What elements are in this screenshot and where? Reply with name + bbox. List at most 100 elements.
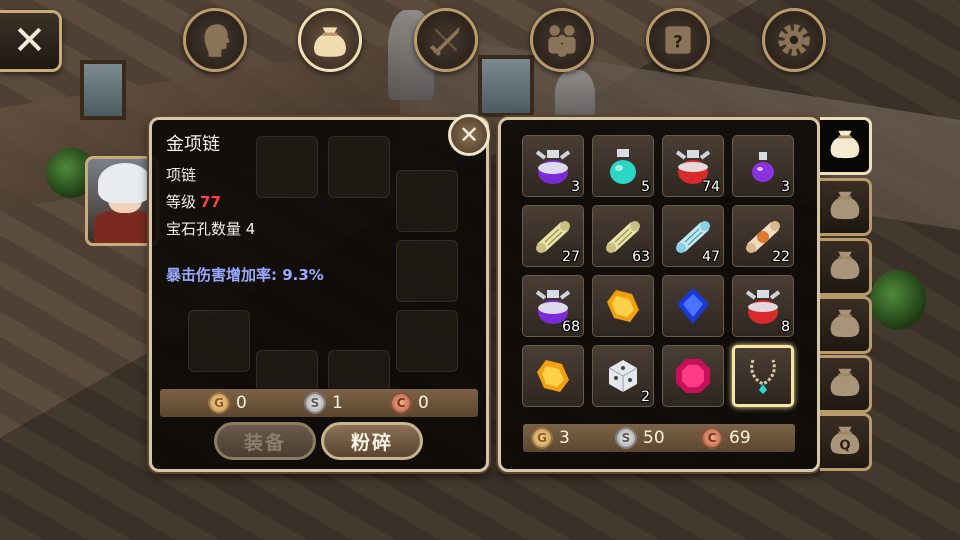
background-frame — [80, 60, 126, 120]
inventory-slot[interactable]: 47 — [662, 205, 724, 267]
wallet-copper: C 69 — [701, 427, 751, 449]
nav-party-button[interactable] — [530, 8, 594, 72]
wallet-gold-value: 3 — [559, 428, 570, 448]
amber-gem-icon — [523, 346, 583, 406]
wallet-copper-value: 69 — [729, 428, 751, 448]
wallet-silver: S 50 — [615, 427, 665, 449]
item-quantity: 27 — [562, 249, 580, 265]
item-title: 金项链 — [166, 134, 220, 155]
equip-button[interactable]: 装备 — [214, 422, 316, 460]
item-quantity: 2 — [641, 389, 650, 405]
inventory-slot[interactable] — [732, 345, 794, 407]
inventory-slot[interactable]: 3 — [732, 135, 794, 197]
close-menu-button[interactable]: ✕ — [0, 10, 62, 72]
item-quantity: 22 — [772, 249, 790, 265]
price-silver: S1 — [304, 392, 343, 414]
quest-bag-icon: Q — [826, 423, 864, 461]
item-level: 等级 77 — [166, 191, 255, 212]
item-quantity: 3 — [781, 179, 790, 195]
wallet-gold: G3 — [531, 427, 570, 449]
bag-tab-3[interactable] — [820, 238, 872, 296]
wallet-silver-value: 50 — [643, 428, 665, 448]
close-detail-button[interactable]: ✕ — [448, 114, 490, 156]
inventory-slot[interactable]: 2 — [592, 345, 654, 407]
inventory-slot[interactable]: 68 — [522, 275, 584, 337]
item-quantity: 47 — [702, 249, 720, 265]
equipment-slot — [396, 310, 458, 372]
copper-coin-icon: C — [701, 427, 723, 449]
inventory-slot[interactable] — [592, 275, 654, 337]
bag-icon — [826, 188, 864, 226]
inventory-slot[interactable] — [522, 345, 584, 407]
inventory-slot[interactable]: 63 — [592, 205, 654, 267]
inventory-slot[interactable] — [662, 275, 724, 337]
equipment-slot — [188, 310, 250, 372]
bag-tab-5[interactable] — [820, 355, 872, 413]
nav-skills-button[interactable] — [414, 8, 478, 72]
ruby-gem-icon — [663, 346, 723, 406]
equipment-slot — [396, 240, 458, 302]
silver-coin-icon: S — [615, 427, 637, 449]
price-copper: C0 — [390, 392, 429, 414]
background-plant — [870, 270, 926, 330]
sword-icon — [429, 26, 460, 57]
equipment-slot — [328, 136, 390, 198]
item-quantity: 8 — [781, 319, 790, 335]
svg-text:?: ? — [673, 31, 683, 51]
close-icon: ✕ — [12, 18, 47, 64]
sapphire-gem-icon — [663, 276, 723, 336]
equipment-slot — [256, 136, 318, 198]
gold-coin-icon: G — [208, 392, 230, 414]
item-level-value: 77 — [200, 193, 221, 211]
bag-tab-1[interactable] — [820, 117, 872, 175]
bag-icon — [826, 365, 864, 403]
item-bonus-stat: 暴击伤害增加率: 9.3% — [166, 266, 324, 284]
item-quantity: 74 — [702, 179, 720, 195]
price-silver-value: 1 — [332, 393, 343, 413]
quest-bag-label: Q — [839, 438, 850, 453]
bag-tab-4[interactable] — [820, 296, 872, 354]
head-icon — [204, 24, 230, 57]
item-quantity: 63 — [632, 249, 650, 265]
party-icon — [548, 25, 576, 57]
bag-icon — [314, 27, 346, 57]
inventory-slot[interactable]: 3 — [522, 135, 584, 197]
background-window — [478, 55, 534, 117]
bag-icon — [826, 306, 864, 344]
smash-button[interactable]: 粉碎 — [321, 422, 423, 460]
bag-tab-2[interactable] — [820, 178, 872, 236]
nav-quests-button[interactable]: ? — [646, 8, 710, 72]
inventory-slot[interactable]: 27 — [522, 205, 584, 267]
item-sockets: 宝石孔数量 4 — [166, 220, 256, 238]
item-detail-panel: 金项链 项链 等级 77 宝石孔数量 4 暴击伤害增加率: 9.3% G0 S1 … — [149, 117, 489, 472]
inventory-slot[interactable]: 74 — [662, 135, 724, 197]
item-quantity: 5 — [641, 179, 650, 195]
close-icon: ✕ — [458, 121, 480, 149]
item-price-bar: G0 S1 C0 — [160, 389, 478, 417]
nav-character-button[interactable] — [183, 8, 247, 72]
character-avatar[interactable] — [85, 156, 159, 246]
item-quantity: 68 — [562, 319, 580, 335]
silver-coin-icon: S — [304, 392, 326, 414]
price-gold-value: 0 — [236, 393, 247, 413]
inventory-slot[interactable]: 22 — [732, 205, 794, 267]
equipment-slot — [396, 170, 458, 232]
bag-icon — [826, 127, 864, 165]
bag-tab-6[interactable]: Q — [820, 413, 872, 471]
inventory-slot[interactable]: 8 — [732, 275, 794, 337]
item-level-label: 等级 — [166, 193, 197, 211]
gold-coin-icon: G — [531, 427, 553, 449]
item-type: 项链 — [166, 166, 197, 184]
inventory-slot[interactable] — [662, 345, 724, 407]
nav-bag-button[interactable] — [298, 8, 362, 72]
amber-gem-icon — [593, 276, 653, 336]
gear-icon — [778, 24, 810, 56]
necklace-icon — [735, 348, 791, 404]
item-quantity: 3 — [571, 179, 580, 195]
scroll-icon: ? — [665, 26, 691, 54]
wallet-bar: G3 S 50 C 69 — [523, 424, 795, 452]
nav-settings-button[interactable] — [762, 8, 826, 72]
price-copper-value: 0 — [418, 393, 429, 413]
inventory-slot[interactable]: 5 — [592, 135, 654, 197]
bag-icon — [826, 248, 864, 286]
